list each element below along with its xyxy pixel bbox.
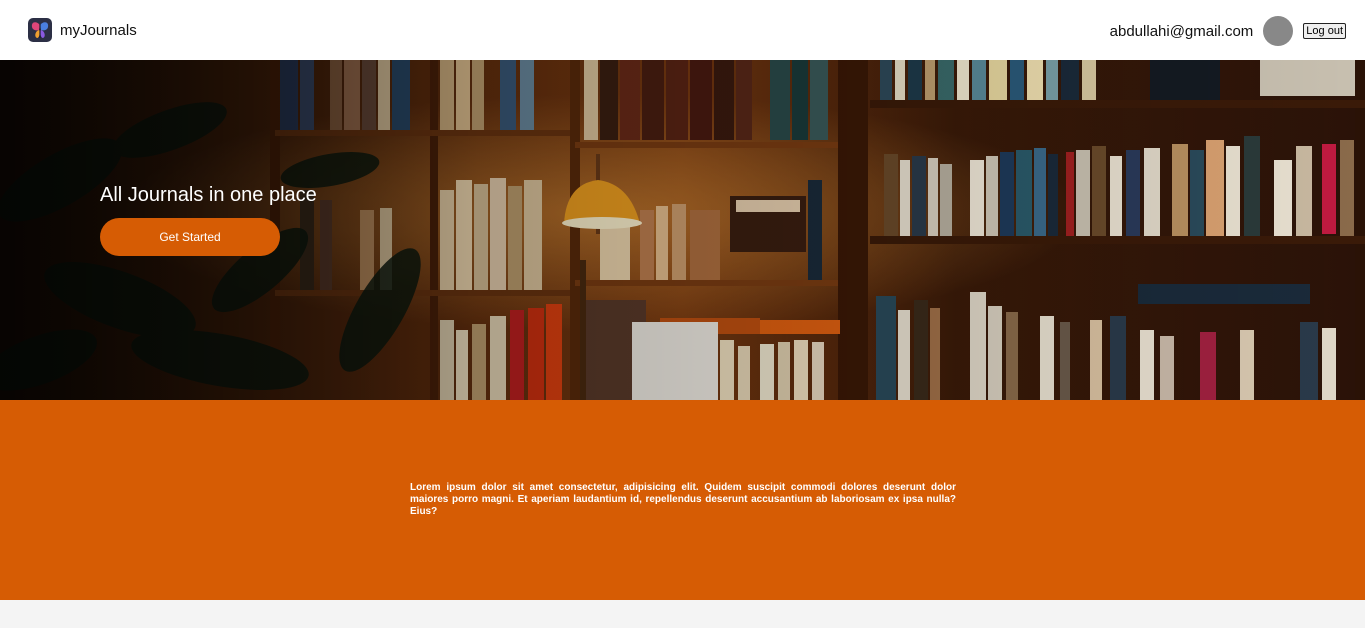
hero-banner: All Journals in one place Get Started xyxy=(0,60,1365,400)
hero-title: All Journals in one place xyxy=(100,184,317,206)
avatar[interactable] xyxy=(1263,16,1294,46)
butterfly-icon xyxy=(28,18,52,42)
about-section: Lorem ipsum dolor sit amet consectetur, … xyxy=(0,400,1365,600)
top-navbar: myJournals abdullahi@gmail.com Log out xyxy=(0,0,1365,60)
get-started-button[interactable]: Get Started xyxy=(100,218,280,256)
footer-strip xyxy=(0,600,1365,628)
user-area: abdullahi@gmail.com Log out xyxy=(1110,16,1346,46)
about-text: Lorem ipsum dolor sit amet consectetur, … xyxy=(410,482,956,517)
brand-name: myJournals xyxy=(60,21,137,39)
user-email: abdullahi@gmail.com xyxy=(1109,22,1254,40)
logout-button[interactable]: Log out xyxy=(1303,23,1346,39)
brand[interactable]: myJournals xyxy=(28,18,137,42)
